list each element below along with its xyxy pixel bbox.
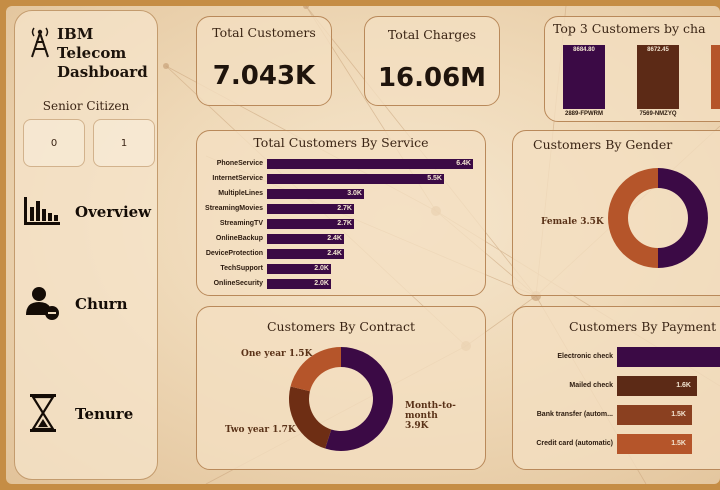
total-charges-label: Total Charges: [387, 27, 477, 42]
dashboard-title: IBM Telecom Dashboard: [57, 25, 148, 82]
payment-method-bar[interactable]: [617, 347, 720, 367]
contract-slice[interactable]: [289, 386, 332, 449]
gender-slice-female: [608, 168, 658, 268]
service-bar-value: 2.4K: [327, 235, 342, 242]
service-bar[interactable]: 3.0K: [267, 189, 364, 199]
service-bar-value: 2.4K: [327, 250, 342, 257]
hourglass-icon: [30, 394, 56, 432]
contract-two-year-label: Two year 1.7K: [225, 425, 296, 435]
contract-m2m-label: Month-to-month 3.9K: [405, 401, 485, 431]
gender-card: Customers By Gender Female 3.5K: [512, 130, 720, 296]
payment-method-value: 1.5K: [671, 440, 686, 447]
contract-card: Customers By Contract One year 1.5K Two …: [196, 306, 486, 470]
nav-churn[interactable]: Churn: [21, 283, 151, 323]
contract-title: Customers By Contract: [266, 319, 416, 334]
service-category-label: StreamingTV: [219, 220, 263, 227]
nav-tenure-label: Tenure: [75, 405, 134, 423]
dashboard-canvas: IBM Telecom Dashboard Senior Citizen 0 1…: [6, 6, 720, 484]
top-customer-value-1: 8684.80: [573, 47, 595, 53]
title-line-3: Dashboard: [57, 63, 148, 81]
service-category-label: TechSupport: [220, 265, 263, 272]
user-remove-icon: [26, 287, 59, 320]
service-bar-value: 3.0K: [347, 190, 362, 197]
service-bar-value: 2.7K: [337, 205, 352, 212]
payment-method-value: 1.5K: [671, 411, 686, 418]
bar-chart-icon: [24, 197, 60, 225]
service-bar[interactable]: 2.0K: [267, 279, 331, 289]
top-customer-id-1: 2889-FPWRM: [564, 111, 603, 117]
top-customers-card: Top 3 Customers by cha 8684.80 2889-FPWR…: [544, 16, 720, 122]
top-customer-bar-2: 8672.45: [637, 45, 679, 109]
service-bar[interactable]: 2.7K: [267, 219, 354, 229]
nav-overview-label: Overview: [75, 203, 152, 221]
service-category-label: DeviceProtection: [205, 250, 263, 257]
service-category-label: MultipleLines: [218, 190, 263, 197]
service-bar-value: 2.0K: [314, 280, 329, 287]
payment-method-label: Bank transfer (autom...: [536, 411, 613, 418]
services-bar-chart: PhoneService 6.4K InternetService 5.5K Multi…: [197, 131, 485, 295]
service-category-label: StreamingMovies: [205, 205, 263, 212]
total-customers-card: Total Customers 7.043K: [196, 16, 332, 106]
top-customers-title: Top 3 Customers by cha: [553, 21, 706, 36]
service-bar-value: 6.4K: [456, 160, 471, 167]
service-bar[interactable]: 2.4K: [267, 249, 344, 259]
payment-method-bar[interactable]: 1.5K: [617, 405, 692, 425]
contract-m2m-name: Month-to-month: [405, 401, 456, 421]
gender-female-label: Female 3.5K: [541, 217, 604, 227]
title-line-2: Telecom: [57, 44, 127, 62]
payment-bar-chart: Electronic check Mailed check 1.6K Bank tra…: [513, 307, 720, 469]
slicer-option-0[interactable]: 0: [23, 119, 85, 167]
payment-method-label: Electronic check: [557, 353, 613, 360]
service-bar[interactable]: 2.7K: [267, 204, 354, 214]
service-bar[interactable]: 6.4K: [267, 159, 473, 169]
gender-slice-male: [658, 168, 708, 268]
service-category-label: OnlineBackup: [215, 235, 263, 242]
service-category-label: OnlineSecurity: [213, 280, 263, 287]
service-bar[interactable]: 2.4K: [267, 234, 344, 244]
payment-method-bar[interactable]: 1.5K: [617, 434, 692, 454]
gender-title: Customers By Gender: [533, 137, 673, 152]
service-bar[interactable]: 5.5K: [267, 174, 444, 184]
top-customer-value-2: 8672.45: [647, 47, 669, 53]
slicer-option-1[interactable]: 1: [93, 119, 155, 167]
total-charges-value: 16.06M: [377, 63, 487, 93]
contract-m2m-value: 3.9K: [405, 421, 429, 431]
top-customer-id-2: 7569-NMZYQ: [639, 111, 677, 117]
payment-method-value: 1.6K: [676, 382, 691, 389]
payment-method-label: Mailed check: [569, 382, 613, 389]
contract-one-year-label: One year 1.5K: [241, 349, 313, 359]
nav-churn-label: Churn: [75, 295, 128, 313]
total-customers-label: Total Customers: [212, 25, 316, 40]
nav-tenure[interactable]: Tenure: [21, 391, 151, 435]
service-bar[interactable]: 2.0K: [267, 264, 331, 274]
payment-card: Customers By Payment Met Electronic chec…: [512, 306, 720, 470]
top-customer-bar-1: 8684.80: [563, 45, 605, 109]
total-charges-card: Total Charges 16.06M: [364, 16, 500, 106]
service-category-label: PhoneService: [216, 160, 263, 167]
senior-citizen-slicer-title: Senior Citizen: [42, 99, 130, 113]
top-customer-bar-3: [711, 45, 720, 109]
services-card: Total Customers By Service PhoneService 6…: [196, 130, 486, 296]
service-bar-value: 2.0K: [314, 265, 329, 272]
payment-method-bar[interactable]: 1.6K: [617, 376, 697, 396]
service-category-label: InternetService: [212, 175, 263, 182]
sidebar: IBM Telecom Dashboard Senior Citizen 0 1…: [14, 10, 158, 480]
gender-donut-chart: [608, 168, 708, 268]
service-bar-value: 5.5K: [427, 175, 442, 182]
nav-overview[interactable]: Overview: [21, 191, 151, 231]
tower-icon: [31, 27, 49, 58]
total-customers-value: 7.043K: [212, 61, 316, 91]
title-line-1: IBM: [57, 25, 94, 43]
payment-method-label: Credit card (automatic): [536, 440, 613, 447]
service-bar-value: 2.7K: [337, 220, 352, 227]
